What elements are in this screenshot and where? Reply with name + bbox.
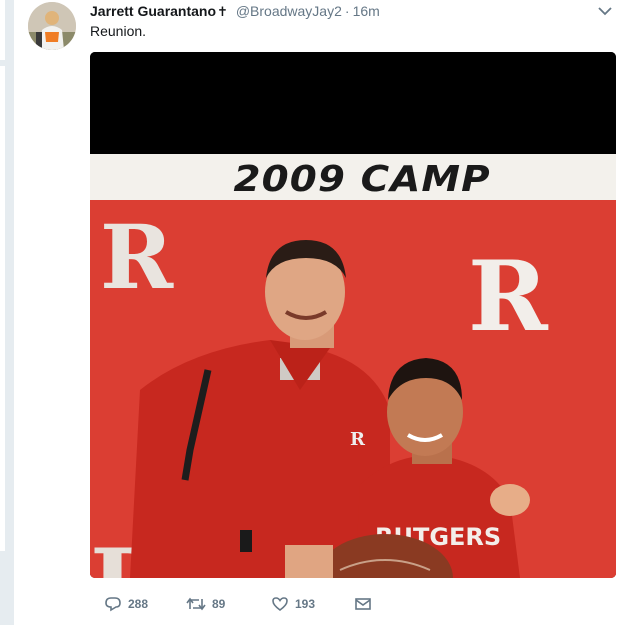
like-count: 193 [295,597,316,611]
chevron-down-icon[interactable] [594,2,616,20]
timeline: Jarrett Guarantano✝ @BroadwayJay2 · 16m Re… [0,0,640,625]
wall-letter-right: R [468,240,549,353]
avatar[interactable] [28,2,76,50]
card-edge [0,66,5,551]
card-edge [0,0,5,60]
direct-message-button[interactable] [354,594,372,614]
separator-dot: · [344,3,350,19]
author-handle[interactable]: @BroadwayJay2 [236,3,342,19]
envelope-icon[interactable] [354,596,372,612]
retweet-button[interactable]: 89 [186,594,225,614]
tweet-header: Jarrett Guarantano✝ @BroadwayJay2 · 16m [90,2,380,20]
tweet-card[interactable]: Jarrett Guarantano✝ @BroadwayJay2 · 16m Re… [14,0,640,625]
banner-text: 2009 CAMP [233,159,491,200]
tweet-media-photo[interactable]: 2009 CAMP R R R RUTGERS [90,52,616,578]
like-button[interactable]: 193 [271,594,315,614]
photo-black-area [90,52,616,154]
photo-banner: 2009 CAMP [90,154,616,200]
shirt-logo: R [350,429,366,450]
wall-letter-left: R [100,205,174,309]
heart-icon[interactable] [271,596,289,612]
reply-icon[interactable] [104,596,122,612]
reply-count: 288 [128,597,149,611]
retweet-icon[interactable] [186,596,206,612]
retweet-count: 89 [212,597,226,611]
tweet-text: Reunion. [90,23,147,39]
author-badge: ✝ [217,4,228,19]
tweet-timestamp[interactable]: 16m [353,3,380,19]
reply-button[interactable]: 288 [104,594,148,614]
author-name[interactable]: Jarrett Guarantano [90,3,216,19]
photo-scene: R R R R RUTGERS [90,200,616,578]
left-column-edge [0,0,14,625]
